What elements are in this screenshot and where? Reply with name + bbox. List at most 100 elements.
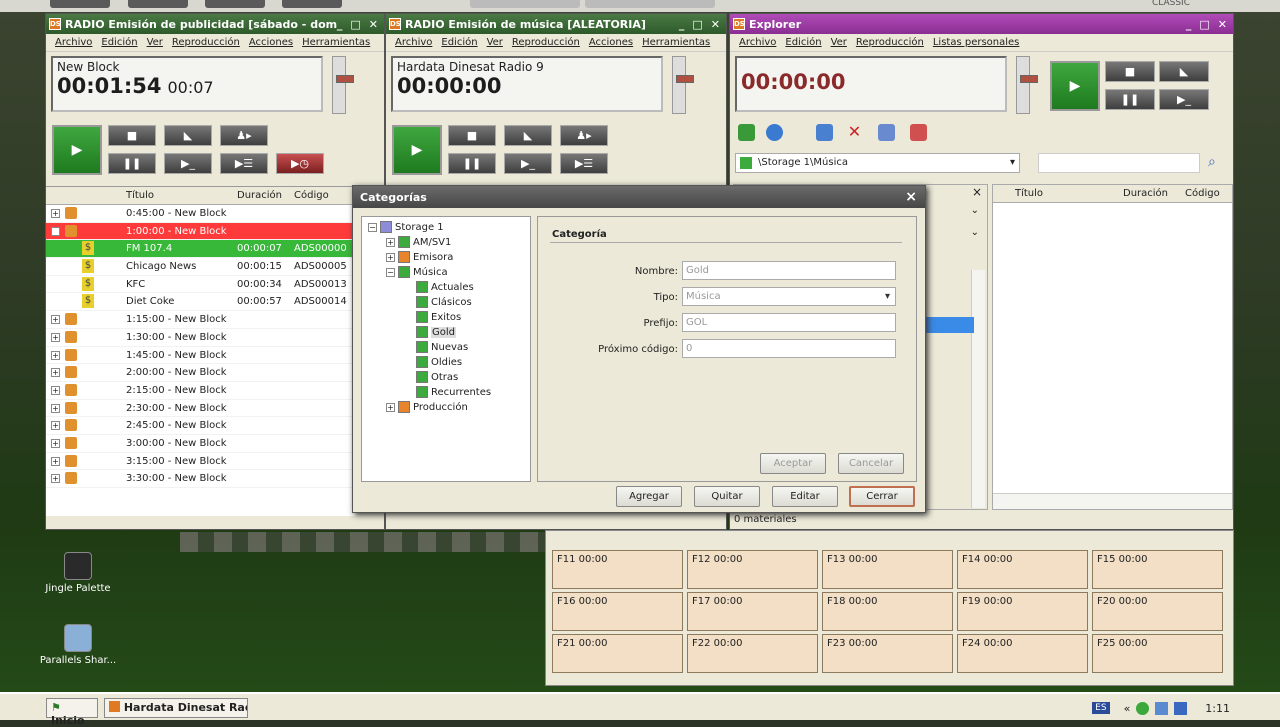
- volume-icon[interactable]: [1155, 701, 1169, 715]
- minimize-icon[interactable]: _: [679, 18, 685, 31]
- explorer-fade-button[interactable]: ◣: [1159, 61, 1209, 82]
- expand-toggle[interactable]: −: [51, 226, 60, 236]
- maximize-icon[interactable]: □: [350, 18, 360, 31]
- taskbar-app-button[interactable]: Hardata Dinesat Radi...: [104, 698, 248, 718]
- tree-node[interactable]: − Música: [386, 266, 448, 278]
- ads-row[interactable]: − 1:00:00 - New Block: [46, 222, 356, 241]
- menu-reproduccion[interactable]: Reproducción: [512, 37, 580, 48]
- ads-stop-button[interactable]: ■: [108, 125, 156, 146]
- fkey-button[interactable]: F23 00:00: [822, 634, 953, 673]
- menu-reproduccion[interactable]: Reproducción: [856, 37, 924, 48]
- import-icon[interactable]: [738, 124, 755, 141]
- ads-titlebar[interactable]: DS RADIO Emisión de publicidad [sábado - …: [46, 14, 384, 34]
- ads-row[interactable]: +0:45:00 - New Block: [46, 205, 356, 223]
- search-input[interactable]: [1038, 153, 1200, 173]
- top-button[interactable]: [282, 0, 342, 8]
- search-icon[interactable]: ⌕: [1208, 154, 1216, 170]
- fkey-button[interactable]: F25 00:00: [1092, 634, 1223, 673]
- music-stop-button[interactable]: ■: [448, 125, 496, 146]
- ads-fade-button[interactable]: ◣: [164, 125, 212, 146]
- minimize-icon[interactable]: _: [337, 18, 343, 31]
- ads-row[interactable]: +3:15:00 - New Block: [46, 453, 356, 471]
- explorer-next-button[interactable]: ▶_: [1159, 89, 1209, 110]
- maximize-icon[interactable]: □: [692, 18, 702, 31]
- delete-icon[interactable]: ✕: [846, 124, 863, 141]
- tree-node[interactable]: Exitos: [404, 311, 461, 323]
- ads-next-button[interactable]: ▶_: [164, 153, 212, 174]
- fkey-button[interactable]: F12 00:00: [687, 550, 818, 589]
- tree-expand-toggle[interactable]: −: [368, 222, 377, 232]
- menu-listas-personales[interactable]: Listas personales: [933, 37, 1020, 48]
- ads-row[interactable]: +2:45:00 - New Block: [46, 417, 356, 435]
- tree-node[interactable]: − Storage 1: [368, 221, 444, 233]
- tree-node[interactable]: Clásicos: [404, 296, 472, 308]
- path-combobox[interactable]: \Storage 1\Música ▾: [735, 153, 1020, 173]
- language-indicator[interactable]: ES: [1092, 702, 1110, 714]
- col-codigo[interactable]: Código: [294, 190, 329, 201]
- expand-toggle[interactable]: +: [51, 403, 60, 413]
- menu-ver[interactable]: Ver: [147, 37, 163, 48]
- fkey-button[interactable]: F11 00:00: [552, 550, 683, 589]
- dialog-close-icon[interactable]: ×: [905, 189, 917, 205]
- dialog-titlebar[interactable]: Categorías ×: [353, 186, 925, 208]
- menu-ver[interactable]: Ver: [831, 37, 847, 48]
- music-volume-fader[interactable]: [672, 56, 694, 114]
- refresh-icon[interactable]: [766, 124, 783, 141]
- aceptar-button[interactable]: Aceptar: [760, 453, 826, 474]
- expand-toggle[interactable]: +: [51, 350, 60, 360]
- tree-node[interactable]: + AM/SV1: [386, 236, 451, 248]
- menu-edicion[interactable]: Edición: [101, 37, 137, 48]
- menu-edicion[interactable]: Edición: [785, 37, 821, 48]
- expand-toggle[interactable]: +: [51, 438, 60, 448]
- quitar-button[interactable]: Quitar: [694, 486, 760, 507]
- expand-toggle[interactable]: +: [51, 332, 60, 342]
- cancelar-button[interactable]: Cancelar: [838, 453, 904, 474]
- ads-row[interactable]: $ Chicago News 00:00:15 ADS00005: [46, 258, 356, 276]
- ads-row[interactable]: $ Diet Coke 00:00:57 ADS00014: [46, 293, 356, 312]
- music-playlist-button[interactable]: ▶☰: [560, 153, 608, 174]
- col-duracion[interactable]: Duración: [1123, 188, 1168, 199]
- edit-icon[interactable]: [816, 124, 833, 141]
- top-button[interactable]: [585, 0, 715, 8]
- panel-close-icon[interactable]: ×: [972, 185, 982, 199]
- expand-toggle[interactable]: +: [51, 368, 60, 378]
- tree-expand-toggle[interactable]: +: [386, 237, 395, 247]
- top-button[interactable]: [205, 0, 265, 8]
- ads-row[interactable]: +2:15:00 - New Block: [46, 382, 356, 400]
- fkey-button[interactable]: F20 00:00: [1092, 592, 1223, 631]
- tree-expand-toggle[interactable]: +: [386, 252, 395, 262]
- tree-node[interactable]: Recurrentes: [404, 386, 491, 398]
- expand-toggle[interactable]: +: [51, 421, 60, 431]
- menu-archivo[interactable]: Archivo: [739, 37, 776, 48]
- col-codigo[interactable]: Código: [1185, 188, 1220, 199]
- tree-node[interactable]: Oldies: [404, 356, 462, 368]
- ads-row[interactable]: $ KFC 00:00:34 ADS00013: [46, 276, 356, 294]
- close-icon[interactable]: ✕: [1218, 18, 1227, 31]
- ads-row[interactable]: +1:30:00 - New Block: [46, 329, 356, 347]
- fkey-button[interactable]: F24 00:00: [957, 634, 1088, 673]
- col-duracion[interactable]: Duración: [237, 190, 282, 201]
- tree-node[interactable]: + Producción: [386, 401, 468, 413]
- tree-node[interactable]: Gold: [404, 326, 456, 338]
- fkey-button[interactable]: F17 00:00: [687, 592, 818, 631]
- nombre-field[interactable]: Gold: [682, 261, 896, 280]
- menu-acciones[interactable]: Acciones: [249, 37, 293, 48]
- network-icon[interactable]: [1136, 701, 1150, 715]
- top-button[interactable]: [50, 0, 110, 8]
- proximo-codigo-field[interactable]: 0: [682, 339, 896, 358]
- cerrar-button[interactable]: Cerrar: [849, 486, 915, 507]
- security-icon[interactable]: [1174, 701, 1188, 715]
- menu-ver[interactable]: Ver: [487, 37, 503, 48]
- col-titulo[interactable]: Título: [126, 190, 154, 201]
- music-pause-button[interactable]: ❚❚: [448, 153, 496, 174]
- fkey-button[interactable]: F19 00:00: [957, 592, 1088, 631]
- menu-archivo[interactable]: Archivo: [395, 37, 432, 48]
- menu-reproduccion[interactable]: Reproducción: [172, 37, 240, 48]
- tree-expand-toggle[interactable]: +: [386, 402, 395, 412]
- menu-acciones[interactable]: Acciones: [589, 37, 633, 48]
- close-icon[interactable]: ✕: [711, 18, 720, 31]
- menu-archivo[interactable]: Archivo: [55, 37, 92, 48]
- fkey-button[interactable]: F21 00:00: [552, 634, 683, 673]
- music-play-button[interactable]: ▶: [392, 125, 442, 175]
- close-icon[interactable]: ✕: [369, 18, 378, 31]
